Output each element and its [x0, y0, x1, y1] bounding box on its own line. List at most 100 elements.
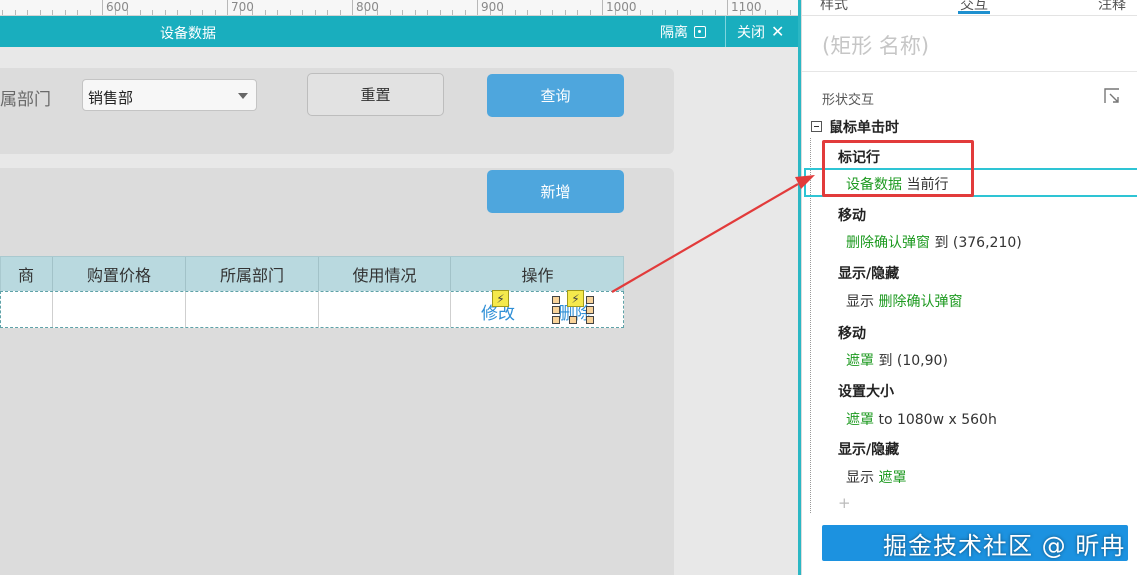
add-action-button[interactable]: + [838, 494, 851, 512]
ruler-tick [452, 10, 453, 15]
action-detail[interactable]: 删除确认弹窗 到 (376,210) [846, 232, 1022, 252]
action-title[interactable]: 移动 [838, 205, 866, 225]
ruler-tick [764, 10, 766, 15]
action-target: 遮罩 [846, 412, 874, 428]
ruler-tick [439, 10, 441, 15]
watermark-text: 掘金技术社区 @ 昕冉 [883, 532, 1126, 560]
table-row[interactable] [0, 291, 624, 328]
expand-icon[interactable] [1104, 88, 1121, 105]
ruler-tick [664, 10, 666, 15]
ruler-tick [414, 10, 416, 15]
resize-handle[interactable] [586, 316, 594, 324]
ruler-tick [402, 10, 403, 15]
ruler-tick [64, 10, 66, 15]
ruler-tick [139, 10, 141, 15]
column-header: 所属部门 [185, 257, 318, 291]
ruler-tick [227, 0, 228, 15]
action-target: 删除确认弹窗 [878, 294, 963, 310]
ruler-tick [27, 10, 28, 15]
ruler-tick [327, 10, 328, 15]
ruler-tick [652, 10, 653, 15]
close-button[interactable]: 关闭 ✕ [737, 22, 784, 42]
dept-select-value: 销售部 [88, 89, 134, 107]
resize-handle[interactable] [569, 316, 577, 324]
ruler-tick [152, 10, 153, 15]
action-title[interactable]: 移动 [838, 323, 866, 343]
close-icon: ✕ [771, 22, 785, 41]
ruler-tick [302, 10, 303, 15]
resize-handle[interactable] [586, 296, 594, 304]
resize-handle[interactable] [552, 316, 560, 324]
dept-select[interactable]: 销售部 [82, 79, 257, 111]
table-cell-divider [450, 292, 451, 327]
title-bar-divider [725, 16, 726, 47]
reset-button[interactable]: 重置 [307, 73, 444, 116]
action-params: to 1080w x 560h [874, 412, 997, 428]
isolate-button[interactable]: 隔离 [660, 22, 706, 42]
window-title-bar: 设备数据 隔离 关闭 ✕ [0, 16, 798, 47]
panel-tabs: 样式 交互 注释 [802, 0, 1137, 16]
resize-handle[interactable] [552, 306, 560, 314]
resize-handle[interactable] [552, 296, 560, 304]
query-button[interactable]: 查询 [487, 74, 624, 117]
table-cell-divider [318, 292, 319, 327]
ruler-tick [602, 0, 603, 15]
column-header: 操作 [450, 257, 624, 291]
resize-handle[interactable] [586, 306, 594, 314]
shape-name-field[interactable]: (矩形 名称) [822, 30, 929, 60]
action-detail[interactable]: 遮罩 到 (10,90) [846, 350, 948, 370]
ruler-tick [314, 10, 316, 15]
table-cell-divider [185, 292, 186, 327]
window-title: 设备数据 [160, 26, 216, 42]
action-detail[interactable]: 遮罩 to 1080w x 560h [846, 409, 997, 429]
horizontal-ruler: 600 700 800 900 1000 1100 [0, 0, 802, 16]
isolate-label: 隔离 [660, 25, 688, 41]
action-detail[interactable]: 显示 删除确认弹窗 [846, 291, 962, 311]
ruler-tick [702, 10, 703, 15]
interaction-bolt-icon: ⚡ [492, 290, 509, 307]
ruler-tick [14, 10, 16, 15]
action-title[interactable]: 设置大小 [838, 381, 894, 401]
ruler-tick [777, 10, 778, 15]
action-title[interactable]: 显示/隐藏 [838, 263, 899, 283]
ruler-tick [464, 10, 466, 15]
ruler-tick [552, 10, 553, 15]
ruler-tick [202, 10, 203, 15]
ruler-label: 900 [481, 0, 504, 14]
ruler-tick [164, 10, 166, 15]
ruler-tick [214, 10, 216, 15]
ruler-tick [714, 10, 716, 15]
ruler-tick [527, 10, 528, 15]
action-target: 遮罩 [846, 353, 874, 369]
ruler-tick [264, 10, 266, 15]
ruler-tick [277, 10, 278, 15]
ruler-tick [477, 0, 478, 15]
dept-label: 所属部门 [0, 90, 51, 110]
ruler-label: 800 [356, 0, 379, 14]
action-params: 到 (10,90) [874, 353, 948, 369]
action-title[interactable]: 显示/隐藏 [838, 439, 899, 459]
add-button[interactable]: 新增 [487, 170, 624, 213]
column-header: 商 [17, 266, 34, 285]
ruler-tick [52, 10, 53, 15]
table-cell-divider [52, 292, 53, 327]
interaction-bolt-icon: ⚡ [567, 290, 584, 307]
ruler-tick [689, 10, 691, 15]
collapse-icon[interactable] [811, 121, 822, 132]
ruler-tick [639, 10, 641, 15]
tab-style[interactable]: 样式 [820, 0, 848, 14]
action-detail[interactable]: 显示 遮罩 [846, 467, 906, 487]
active-tab-indicator [958, 11, 990, 14]
action-target: 遮罩 [878, 470, 907, 486]
ruler-label: 700 [231, 0, 254, 14]
chevron-down-icon [238, 93, 248, 99]
ruler-tick [427, 10, 428, 15]
tab-notes[interactable]: 注释 [1098, 0, 1126, 14]
ruler-label: 1000 [606, 0, 637, 14]
event-title[interactable]: 鼠标单击时 [829, 117, 899, 137]
close-label: 关闭 [737, 25, 765, 41]
ruler-tick [564, 10, 566, 15]
interaction-panel: 样式 交互 注释 (矩形 名称) 形状交互 鼠标单击时 标记行 设备数据 当前行… [801, 0, 1137, 575]
action-verb: 显示 [846, 294, 879, 310]
ruler-tick [2, 10, 3, 15]
